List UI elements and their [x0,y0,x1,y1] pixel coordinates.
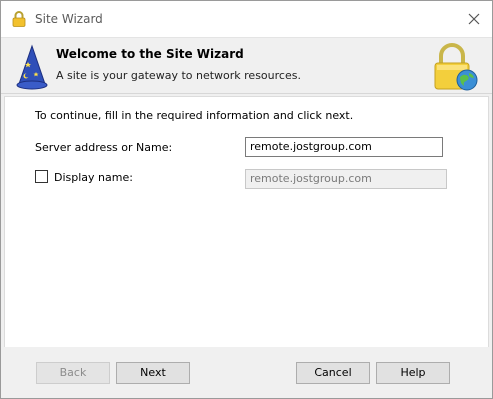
wizard-footer: Back Next Cancel Help [1,347,492,398]
next-button[interactable]: Next [116,362,190,384]
server-address-label: Server address or Name: [35,141,173,154]
display-name-checkbox[interactable] [35,170,48,183]
cancel-button[interactable]: Cancel [296,362,370,384]
window-title: Site Wizard [35,12,103,26]
wizard-header: Welcome to the Site Wizard A site is you… [1,37,492,94]
header-title: Welcome to the Site Wizard [56,47,244,61]
instruction-text: To continue, fill in the required inform… [35,109,354,122]
back-button: Back [36,362,110,384]
close-icon[interactable] [464,9,484,29]
wizard-hat-icon [16,44,48,90]
header-divider [1,93,492,94]
title-bar[interactable]: Site Wizard [1,1,492,37]
lock-globe-icon [434,43,478,91]
wizard-content: To continue, fill in the required inform… [4,96,489,348]
display-name-input: remote.jostgroup.com [245,169,447,189]
help-button[interactable]: Help [376,362,450,384]
lock-icon [12,11,26,27]
server-address-input[interactable]: remote.jostgroup.com [245,137,443,157]
site-wizard-window: Site Wizard Welcome to the Site Wizard A… [0,0,493,399]
header-subtitle: A site is your gateway to network resour… [56,69,301,82]
display-name-label[interactable]: Display name: [54,171,133,184]
